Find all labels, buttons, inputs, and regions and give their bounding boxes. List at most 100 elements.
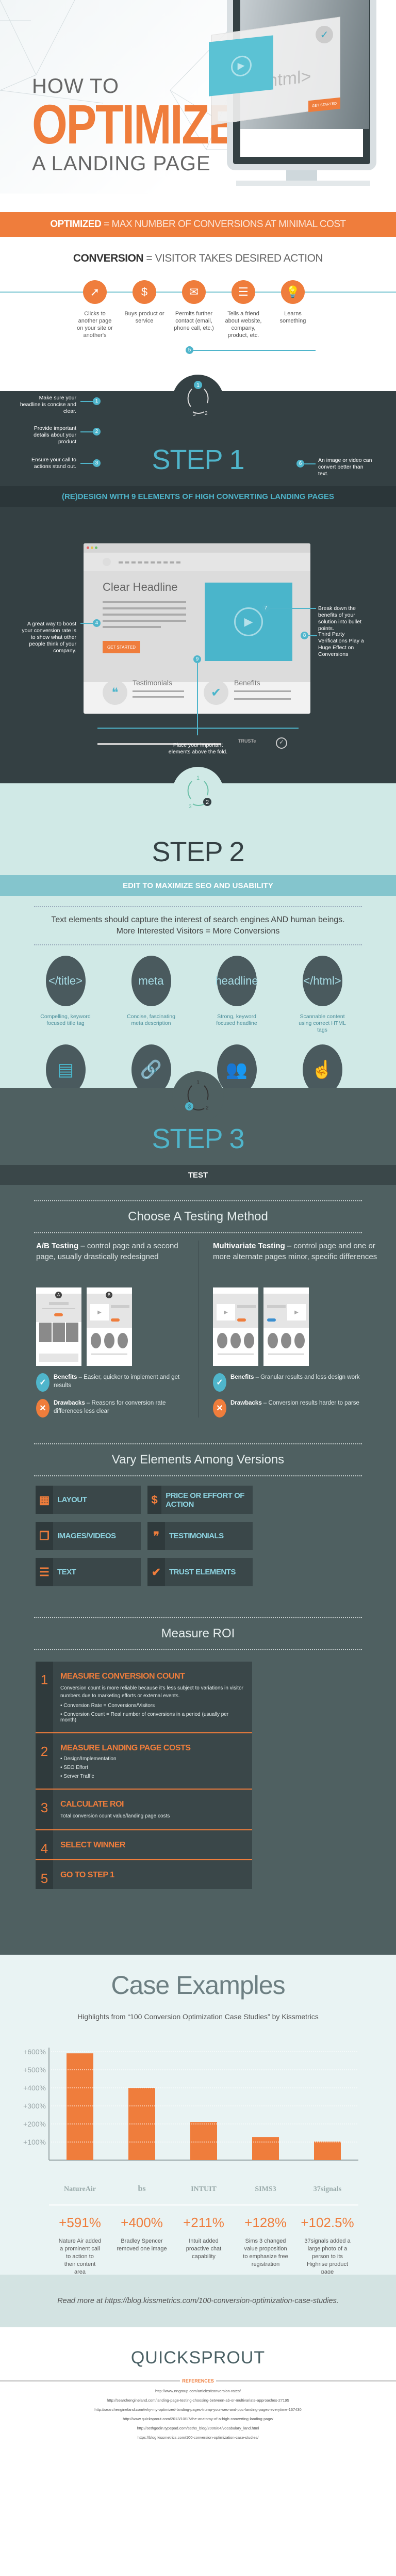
svg-text:1: 1 bbox=[196, 382, 200, 389]
verified-badge-icon: ✓ bbox=[276, 737, 287, 749]
callout-number-1: 1 bbox=[93, 397, 101, 405]
svg-text:3: 3 bbox=[189, 804, 192, 810]
step2-section: 1 3 2 STEP 2 EDIT TO MAXIMIZE SEO AND US… bbox=[0, 767, 396, 1115]
dollar-icon: $ bbox=[147, 1486, 162, 1514]
callout-number-6: 6 bbox=[296, 460, 304, 468]
divider bbox=[34, 1232, 362, 1233]
callout-number-8: 8 bbox=[301, 632, 308, 639]
case-description: person to its bbox=[312, 2253, 343, 2260]
roi-step: 4 SELECT WINNER bbox=[36, 1830, 252, 1860]
reference-link[interactable]: http://searchengineland.com/landing-page… bbox=[0, 2396, 396, 2405]
callout-connector bbox=[193, 350, 316, 351]
method-description: Multivariate Testing – control page and … bbox=[213, 1242, 377, 1261]
measure-roi-heading: Measure ROI bbox=[161, 1627, 235, 1640]
case-description: proactive chat bbox=[186, 2246, 221, 2252]
conversion-action: ✉ Permits further contact (email, phone c… bbox=[174, 280, 214, 339]
y-tick-label: +500% bbox=[23, 2066, 46, 2074]
check-icon: ✓ bbox=[316, 26, 333, 43]
multivariate-drawbacks: ✕ Drawbacks – Conversion results harder … bbox=[213, 1399, 386, 1418]
step2-cycle-badge: 1 3 2 bbox=[172, 767, 224, 818]
case-examples-section: Case Examples Highlights from “100 Conve… bbox=[0, 1955, 396, 2275]
conversion-definition: = VISITOR TAKES DESIRED ACTION bbox=[146, 252, 323, 264]
conversion-action: ☰ Tells a friend about website, company, … bbox=[225, 280, 261, 339]
seo-element: </html> Scannable content using correct H… bbox=[294, 956, 351, 1034]
tag-text-icon: </html> bbox=[302, 956, 342, 1006]
hero-section: HOW TO OPTIMIZE A LANDING PAGE </html> ✓… bbox=[0, 0, 396, 194]
reference-link[interactable]: http://sethgodin.typepad.com/seths_blog/… bbox=[0, 2424, 396, 2433]
chat-bubble-icon: ☰ bbox=[232, 280, 255, 304]
y-tick-label: +400% bbox=[23, 2084, 46, 2092]
list-icon: ☰ bbox=[36, 1558, 53, 1586]
reference-link[interactable]: http://www.quicksprout.com/2013/10/17/th… bbox=[0, 2414, 396, 2424]
conversion-action-label: Clicks to another page on your site or a… bbox=[77, 311, 113, 339]
y-tick-label: +200% bbox=[23, 2120, 46, 2128]
wireframe-b: B ▶ bbox=[87, 1287, 132, 1366]
step1-section: 1 3 2 STEP 1 (RE)DESIGN WITH 9 ELEMENTS … bbox=[0, 346, 396, 783]
choose-method-heading: Choose A Testing Method bbox=[128, 1210, 268, 1223]
reference-link[interactable]: https://blog.kissmetrics.com/100-convers… bbox=[0, 2433, 396, 2442]
callout-number-7: 7 bbox=[262, 604, 270, 612]
callout-number-5: 5 bbox=[186, 346, 193, 354]
conversion-term: CONVERSION bbox=[73, 252, 144, 264]
divider bbox=[34, 1649, 362, 1650]
tag-text-icon: </title> bbox=[45, 956, 86, 1006]
callout-text-7: Break down the benefits of your solution… bbox=[318, 605, 362, 632]
roi-step-bullet: • Server Traffic bbox=[60, 1774, 94, 1779]
case-examples-title: Case Examples bbox=[111, 1971, 285, 2000]
case-description: to action to bbox=[66, 2253, 94, 2260]
roi-step-number: 1 bbox=[36, 1662, 53, 1732]
reference-link[interactable]: http://www.nngroup.com/articles/conversi… bbox=[0, 2387, 396, 2396]
case-description: page bbox=[321, 2269, 334, 2274]
mock-body-text bbox=[103, 601, 186, 632]
step3-cycle-badge: 1 3 2 bbox=[172, 1071, 224, 1123]
case-description: registration bbox=[252, 2261, 279, 2267]
value-label: +400% bbox=[121, 2215, 163, 2230]
bar-chart: +100% +200% +300% +400% +500% +600% NatureAir +… bbox=[23, 2048, 358, 2274]
layout-icon: ▦ bbox=[36, 1486, 53, 1514]
roi-step-title: CALCULATE ROI bbox=[60, 1800, 124, 1809]
callout-connector bbox=[80, 623, 93, 624]
cursor-icon: ➚ bbox=[83, 280, 107, 304]
svg-text:3: 3 bbox=[193, 412, 196, 417]
roi-step-text: Total conversion count value/landing pag… bbox=[60, 1813, 170, 1819]
conversion-heading: CONVERSION = VISITOR TAKES DESIRED ACTIO… bbox=[0, 252, 396, 265]
cycle-arrows-icon: 1 3 2 bbox=[187, 381, 209, 417]
reference-link[interactable]: http://searchengineland.com/why-my-optim… bbox=[0, 2405, 396, 2414]
roi-step-bullet: • SEO Effort bbox=[60, 1765, 88, 1770]
check-icon: ✓ bbox=[213, 1373, 226, 1392]
step2-intro-line2: More Interested Visitors = More Conversi… bbox=[116, 927, 280, 936]
vary-element-label: LAYOUT bbox=[57, 1495, 87, 1504]
callout-text-5: Reduce your navigation and link options bbox=[318, 347, 363, 367]
roi-step-bullet: • Conversion Rate = Conversions/Visitors bbox=[60, 1703, 155, 1709]
roi-step-bullet: • Design/Implementation bbox=[60, 1756, 117, 1762]
y-tick-label: +600% bbox=[23, 2048, 46, 2056]
window-controls bbox=[87, 546, 97, 549]
method-ab-testing: A/B Testing – control page and a second … bbox=[0, 1241, 198, 1418]
roi-step-body: GO TO STEP 1 bbox=[53, 1860, 252, 1889]
callout-connector bbox=[80, 463, 93, 464]
vary-element: ✔ TRUST ELEMENTS bbox=[147, 1558, 253, 1586]
seo-element-label: Compelling, keyword focused title tag bbox=[40, 1013, 91, 1026]
footer: QUICKSPROUT REFERENCES http://www.nngrou… bbox=[0, 2327, 396, 2516]
roi-step-body: SELECT WINNER bbox=[53, 1830, 252, 1859]
truste-badge: TRUSTe bbox=[238, 738, 256, 744]
floating-video-panel: ▶ bbox=[209, 35, 273, 96]
svg-text:3: 3 bbox=[188, 1104, 191, 1110]
badge-check-icon: ✔ bbox=[147, 1558, 165, 1586]
conversion-action: ➚ Clicks to another page on your site or … bbox=[77, 280, 113, 339]
seo-element: </title> Compelling, keyword focused titl… bbox=[37, 956, 94, 1034]
case-description: large photo of a bbox=[308, 2246, 348, 2252]
case-description: their content bbox=[64, 2261, 96, 2267]
roi-step-text: Conversion count is more reliable becaus… bbox=[60, 1685, 243, 1699]
mock-video: ▶ bbox=[205, 583, 292, 661]
vary-element-label: TEXT bbox=[57, 1568, 76, 1576]
vary-elements-grid: ▦ LAYOUT $ PRICE OR EFFORT OF ACTION ❐ IMAGES… bbox=[36, 1486, 396, 1586]
case-description: to emphasize free bbox=[243, 2253, 288, 2260]
case-description: 37signals added a bbox=[304, 2238, 351, 2244]
read-more-link[interactable]: Read more at https://blog.kissmetrics.co… bbox=[0, 2275, 396, 2327]
conversion-action-list: ➚ Clicks to another page on your site or … bbox=[77, 280, 306, 339]
wireframe-control: ▶ bbox=[213, 1287, 258, 1366]
value-label: +211% bbox=[183, 2215, 224, 2230]
references-list: http://www.nngroup.com/articles/conversi… bbox=[0, 2387, 396, 2442]
references-label: REFERENCES bbox=[182, 2378, 214, 2384]
